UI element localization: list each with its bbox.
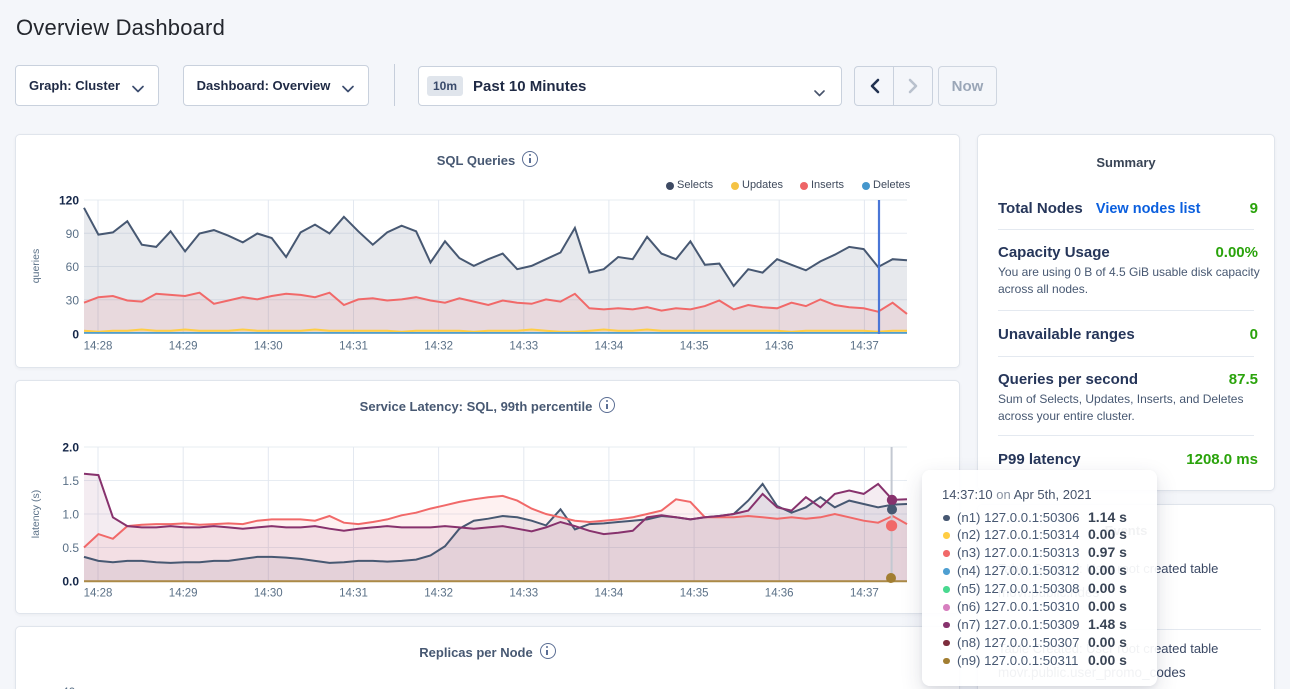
svg-text:14:33: 14:33 — [509, 341, 538, 353]
svg-text:latency (s): latency (s) — [30, 490, 42, 538]
svg-text:30: 30 — [66, 293, 80, 307]
svg-text:14:35: 14:35 — [680, 588, 709, 600]
svg-text:0.5: 0.5 — [62, 541, 79, 555]
svg-text:14:30: 14:30 — [254, 341, 283, 353]
svg-text:0: 0 — [72, 328, 79, 342]
svg-text:1.0: 1.0 — [62, 508, 79, 522]
svg-text:14:34: 14:34 — [595, 341, 624, 353]
svg-text:120: 120 — [59, 194, 79, 208]
svg-text:14:37: 14:37 — [850, 341, 879, 353]
svg-text:14:31: 14:31 — [339, 588, 368, 600]
svg-text:2.0: 2.0 — [62, 441, 79, 455]
svg-text:14:36: 14:36 — [765, 588, 794, 600]
svg-text:14:30: 14:30 — [254, 588, 283, 600]
svg-text:14:28: 14:28 — [84, 341, 113, 353]
svg-text:queries: queries — [30, 249, 42, 283]
svg-text:14:32: 14:32 — [424, 341, 453, 353]
svg-text:0.0: 0.0 — [62, 575, 79, 589]
svg-text:14:36: 14:36 — [765, 341, 794, 353]
svg-text:14:28: 14:28 — [84, 588, 113, 600]
svg-text:90: 90 — [66, 227, 80, 241]
svg-text:1.5: 1.5 — [62, 474, 79, 488]
svg-text:14:32: 14:32 — [424, 588, 453, 600]
svg-text:14:34: 14:34 — [595, 588, 624, 600]
svg-text:14:37: 14:37 — [850, 588, 879, 600]
svg-text:14:29: 14:29 — [169, 588, 198, 600]
svg-text:14:33: 14:33 — [509, 588, 538, 600]
svg-text:14:29: 14:29 — [169, 341, 198, 353]
svg-text:14:31: 14:31 — [339, 341, 368, 353]
svg-text:14:35: 14:35 — [680, 341, 709, 353]
svg-text:60: 60 — [66, 260, 80, 274]
